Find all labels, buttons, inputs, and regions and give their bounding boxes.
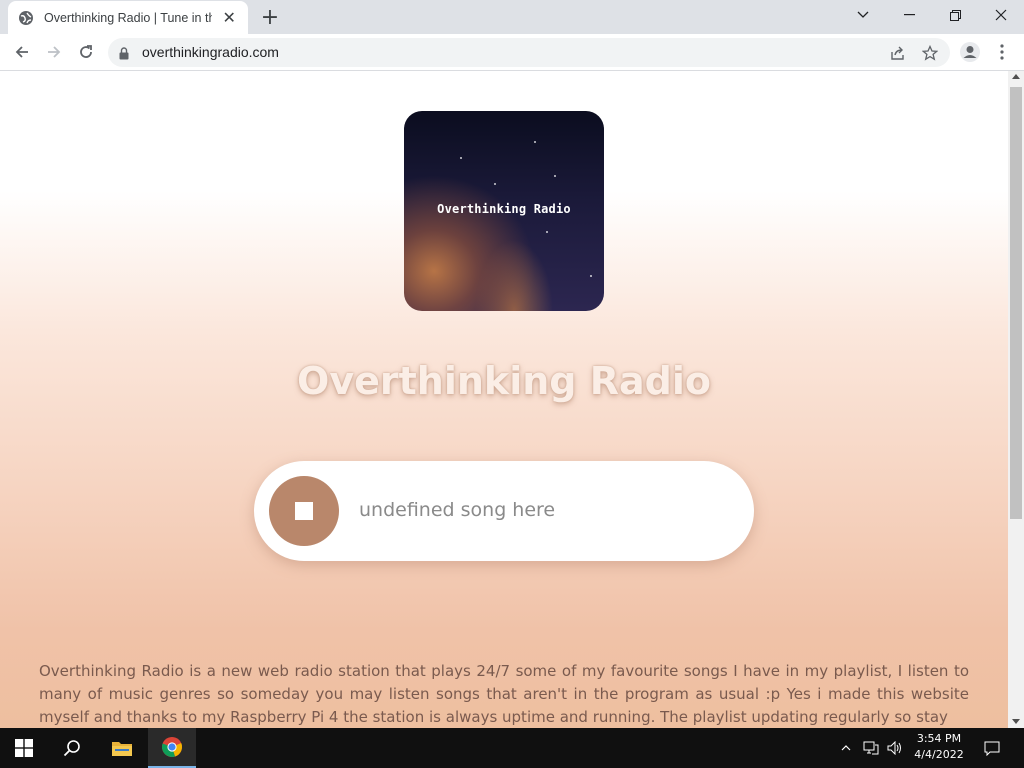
plus-icon[interactable]: + (258, 5, 282, 30)
star-dot (590, 275, 592, 277)
tab-title: Overthinking Radio | Tune in the (44, 10, 213, 25)
windows-start-icon[interactable] (0, 728, 48, 768)
browser-tab[interactable]: Overthinking Radio | Tune in the ✕ (8, 1, 248, 34)
clock-time: 3:54 PM (916, 732, 962, 745)
share-icon[interactable] (888, 43, 908, 63)
scrollbar-thumb[interactable] (1010, 87, 1022, 519)
stop-button[interactable] (269, 476, 339, 546)
star-dot (554, 175, 556, 177)
star-dot (460, 157, 462, 159)
lock-icon[interactable] (119, 45, 129, 64)
restore-icon[interactable] (932, 0, 978, 30)
page-title: Overthinking Radio (297, 359, 711, 403)
page-scrollbar[interactable] (1008, 71, 1024, 728)
star-dot (534, 141, 536, 143)
stop-icon (295, 502, 313, 520)
scroll-down-icon[interactable] (1012, 719, 1020, 724)
menu-icon[interactable] (988, 38, 1016, 66)
show-hidden-icons-icon[interactable] (836, 728, 856, 768)
tab-strip: Overthinking Radio | Tune in the ✕ + (0, 0, 1024, 34)
station-description: Overthinking Radio is a new web radio st… (39, 662, 969, 726)
close-icon[interactable]: ✕ (220, 8, 238, 27)
notification-icon[interactable] (976, 728, 1008, 768)
url-text: overthinkingradio.com (142, 44, 279, 60)
volume-icon[interactable] (884, 728, 906, 768)
chrome-icon[interactable] (148, 728, 196, 768)
album-cover: Overthinking Radio (404, 111, 604, 311)
forward-icon[interactable] (40, 38, 68, 66)
system-clock[interactable]: 3:54 PM 4/4/2022 (908, 731, 970, 763)
profile-icon[interactable] (956, 38, 984, 66)
address-bar[interactable]: overthinkingradio.com (108, 38, 950, 67)
close-window-icon[interactable] (978, 0, 1024, 30)
back-icon[interactable] (8, 38, 36, 66)
now-playing-song: undefined song here (359, 499, 556, 521)
radio-player: undefined song here (254, 461, 754, 561)
scroll-up-icon[interactable] (1012, 74, 1020, 79)
globe-icon (18, 10, 34, 26)
star-dot (546, 231, 548, 233)
network-icon[interactable] (860, 728, 882, 768)
chevron-down-icon[interactable] (840, 0, 886, 30)
browser-toolbar: overthinkingradio.com (0, 34, 1024, 71)
search-icon[interactable] (48, 728, 96, 768)
windows-taskbar: 3:54 PM 4/4/2022 (0, 728, 1024, 768)
cover-title: Overthinking Radio (437, 202, 571, 216)
star-dot (494, 183, 496, 185)
minimize-icon[interactable] (886, 0, 932, 30)
page-viewport: Overthinking Radio Overthinking Radio un… (0, 71, 1008, 728)
reload-icon[interactable] (72, 38, 100, 66)
file-explorer-icon[interactable] (98, 728, 146, 768)
star-icon[interactable] (920, 43, 940, 63)
clock-date: 4/4/2022 (914, 748, 964, 761)
